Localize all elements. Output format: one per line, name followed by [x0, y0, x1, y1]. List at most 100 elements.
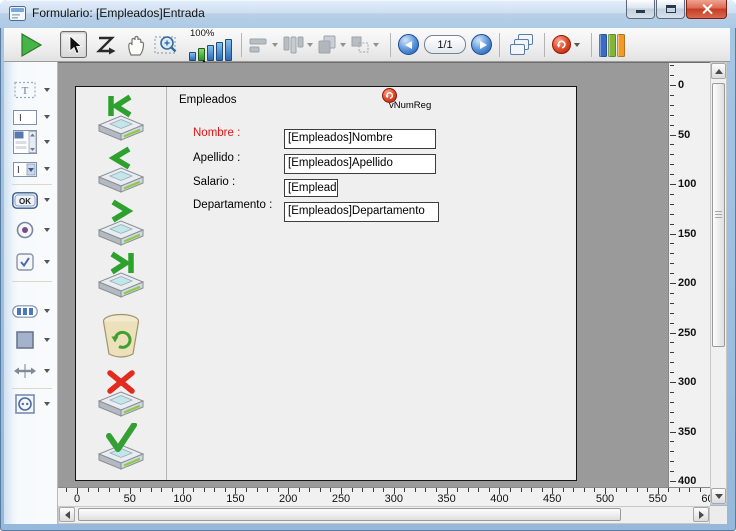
listbox-tool-icon	[12, 130, 38, 154]
form-canvas: Empleados vNumReg Nombre : [Empleados]Nom…	[58, 62, 668, 487]
ruler-label: 450	[543, 493, 561, 505]
close-button[interactable]	[686, 0, 727, 19]
accept-button[interactable]	[97, 423, 145, 471]
scroll-up-button[interactable]	[711, 63, 726, 79]
text-tool-icon: T	[12, 81, 38, 99]
zoom-bars[interactable]	[189, 39, 234, 61]
scroll-right-button[interactable]	[693, 507, 709, 522]
svg-text:T: T	[22, 85, 29, 97]
pan-tool-button[interactable]	[121, 31, 151, 59]
ruler-label: 100	[678, 178, 696, 190]
input-tool[interactable]: I	[12, 105, 56, 129]
page-indicator-button[interactable]: 1/1	[424, 35, 466, 54]
previous-record-button[interactable]	[97, 146, 145, 194]
first-record-button[interactable]	[97, 94, 145, 142]
previous-page-button[interactable]	[398, 34, 419, 55]
cancel-button[interactable]	[97, 370, 145, 418]
next-page-button[interactable]	[471, 34, 492, 55]
library-button[interactable]	[599, 33, 626, 57]
ruler-label: 200	[678, 277, 696, 289]
next-record-button[interactable]	[97, 199, 145, 247]
align-menu-button[interactable]	[249, 31, 282, 59]
selection-tool-button[interactable]	[60, 31, 87, 58]
window-title: Formulario: [Empleados]Entrada	[32, 6, 205, 20]
plugin-area-tool-icon	[12, 394, 38, 414]
rectangle-tool[interactable]	[12, 328, 56, 352]
splitter-tool-dropdown-icon	[44, 369, 50, 373]
next-page-icon	[480, 41, 487, 49]
combobox-tool-dropdown-icon	[44, 167, 50, 171]
execute-form-button[interactable]	[16, 31, 46, 59]
scrollbar-corner	[710, 506, 727, 524]
scroll-down-button[interactable]	[711, 488, 726, 504]
svg-text:I: I	[19, 113, 22, 124]
vertical-ruler: 050100150200250300350400	[668, 62, 710, 505]
maximize-icon	[666, 5, 676, 13]
radio-button-tool-icon	[12, 221, 38, 239]
form-page[interactable]: Empleados vNumReg Nombre : [Empleados]Nom…	[75, 86, 577, 481]
library-icon	[599, 34, 607, 57]
entry-order-icon	[95, 34, 117, 56]
vertical-scroll-thumb[interactable]	[712, 83, 725, 347]
display-menu-button[interactable]	[552, 31, 584, 59]
field-input[interactable]: [Empleados]Departamento	[284, 202, 439, 222]
tool-palette: T I I OK	[4, 62, 58, 524]
check-icon	[109, 425, 134, 449]
scroll-left-button[interactable]	[59, 507, 75, 522]
tab-control-tool-icon	[12, 305, 38, 318]
tab-control-tool[interactable]	[12, 299, 56, 323]
distribute-icon	[282, 36, 304, 54]
horizontal-scroll-thumb[interactable]	[78, 508, 621, 521]
magnifier-icon	[154, 33, 180, 57]
maximize-button[interactable]	[656, 0, 685, 19]
listbox-tool[interactable]	[12, 129, 56, 155]
horizontal-ruler: 050100150200250300350400450500550600	[58, 487, 710, 506]
entry-order-tool-button[interactable]	[91, 31, 121, 59]
ruler-label: 350	[678, 426, 696, 438]
field-label[interactable]: Departamento :	[193, 199, 272, 211]
zoom-tool-button[interactable]	[151, 31, 183, 59]
field-label[interactable]: Salario :	[193, 176, 235, 188]
field-label[interactable]: Nombre :	[193, 127, 240, 139]
form-window-icon	[9, 6, 26, 21]
variable-label[interactable]: vNumReg	[389, 100, 431, 111]
ruler-label: 400	[490, 493, 508, 505]
vertical-scrollbar[interactable]	[710, 62, 727, 505]
field-label[interactable]: Apellido :	[193, 152, 240, 164]
level-menu-button[interactable]	[317, 31, 350, 59]
field-input[interactable]: [Empleados]Apellido	[284, 154, 436, 174]
arrow-cursor-icon	[65, 35, 83, 55]
plugin-area-tool[interactable]	[12, 392, 56, 416]
form-title[interactable]: Empleados	[179, 94, 237, 106]
checkbox-tool[interactable]	[12, 250, 56, 274]
distribute-dropdown-icon	[307, 43, 313, 47]
field-input[interactable]: [Empleado	[284, 179, 338, 197]
button-tool[interactable]: OK	[12, 188, 56, 212]
button-tool-dropdown-icon	[44, 198, 50, 202]
radio-button-tool[interactable]	[12, 218, 56, 242]
delete-record-button[interactable]	[97, 312, 145, 362]
group-menu-button[interactable]	[350, 31, 383, 59]
checkbox-tool-dropdown-icon	[44, 260, 50, 264]
field-input[interactable]: [Empleados]Nombre	[284, 129, 436, 149]
close-icon	[701, 4, 712, 15]
form-pages-button[interactable]	[507, 31, 537, 59]
text-tool[interactable]: T	[12, 78, 56, 102]
horizontal-scrollbar[interactable]	[58, 506, 710, 524]
last-record-button[interactable]	[97, 251, 145, 299]
scroll-left-icon	[65, 511, 70, 519]
views-icon	[552, 35, 571, 54]
trash-icon	[97, 312, 145, 362]
radio-button-tool-dropdown-icon	[44, 228, 50, 232]
titlebar[interactable]: Formulario: [Empleados]Entrada	[0, 0, 736, 28]
combobox-tool[interactable]: I	[12, 157, 56, 181]
level-dropdown-icon	[340, 43, 346, 47]
form-separator-line[interactable]	[166, 87, 167, 481]
distribute-menu-button[interactable]	[282, 31, 317, 59]
minimize-button[interactable]	[626, 0, 655, 19]
splitter-tool[interactable]	[12, 359, 56, 383]
plugin-area-tool-dropdown-icon	[44, 402, 50, 406]
toolbar: 100% 1/1	[4, 28, 730, 62]
combobox-tool-icon: I	[12, 162, 38, 177]
zoom-level-widget[interactable]: 100%	[189, 31, 234, 59]
